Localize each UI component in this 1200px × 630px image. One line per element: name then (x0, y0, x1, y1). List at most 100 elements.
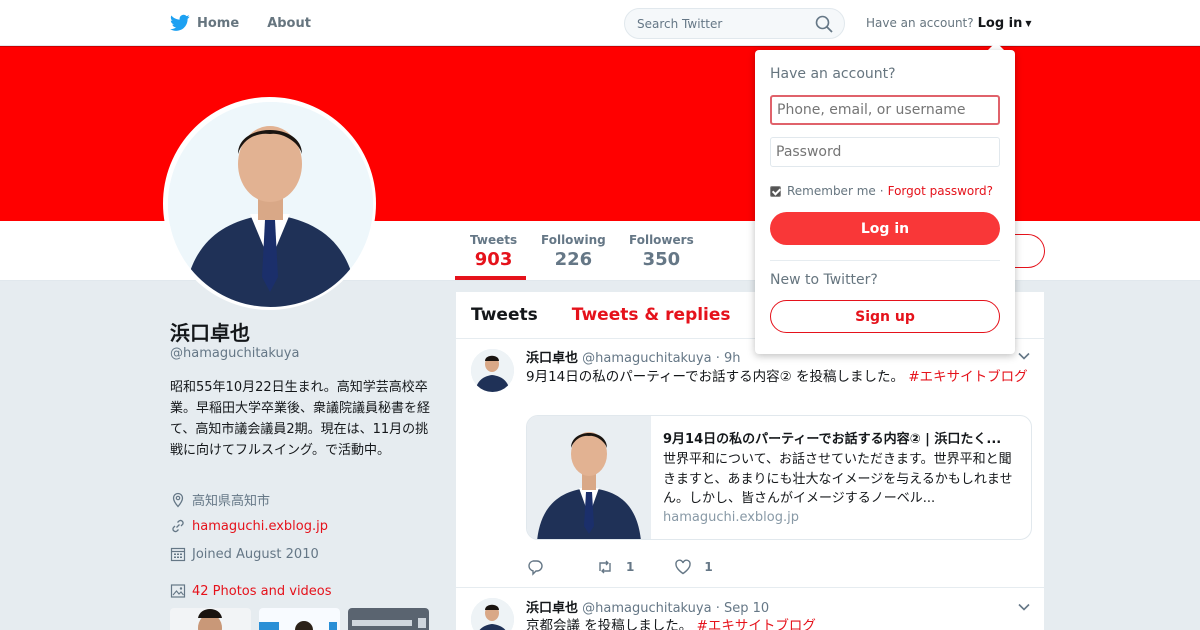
nav-home[interactable]: Home (170, 0, 239, 46)
card-description: 世界平和について、お話させていただきます。世界平和と聞きますと、あまりにも壮大な… (663, 452, 1013, 506)
reply-icon (528, 560, 543, 576)
login-dropdown: Have an account? Remember me · Forgot pa… (755, 50, 1015, 354)
tweet-header: 浜口卓也 @hamaguchitakuya · Sep 10 (526, 597, 769, 616)
top-nav-bar: Home About Search Twitter Have an accoun… (0, 0, 1200, 46)
tweet-author-name[interactable]: 浜口卓也 (526, 601, 578, 616)
dropdown-divider (770, 260, 1000, 261)
photo-icon (170, 584, 186, 598)
tweet-avatar[interactable] (471, 598, 514, 630)
photos-videos-link[interactable]: 42 Photos and videos (170, 583, 332, 599)
stat-followers[interactable]: Followers 350 (629, 233, 694, 270)
username-field[interactable] (770, 95, 1000, 125)
remember-me-checkbox[interactable] (770, 185, 781, 197)
link-icon (172, 519, 184, 533)
forgot-password-link[interactable]: Forgot password? (888, 184, 993, 198)
login-menu-toggle[interactable]: Have an account? Log in ▼ (866, 0, 1032, 46)
tweet-hashtag[interactable]: #エキサイトブログ (697, 618, 816, 630)
stat-tweets-value: 903 (474, 249, 513, 270)
login-button[interactable]: Log in (770, 212, 1000, 245)
card-image (527, 416, 651, 539)
dropdown-heading: Have an account? (770, 66, 896, 82)
tweet-author-handle[interactable]: @hamaguchitakuya (582, 351, 711, 366)
tab-tweets-replies[interactable]: Tweets & replies (572, 305, 731, 325)
tweet-hashtag[interactable]: #エキサイトブログ (908, 369, 1027, 385)
retweet-count: 1 (626, 560, 635, 574)
retweet-button[interactable]: 1 (596, 558, 634, 576)
tweet-time[interactable]: · 9h (716, 351, 741, 366)
nav-left: Home About (170, 0, 339, 46)
chevron-down-icon[interactable] (1017, 600, 1031, 614)
profile-handle[interactable]: @hamaguchitakuya (170, 346, 299, 361)
login-link[interactable]: Log in (978, 16, 1023, 31)
search-icon[interactable] (814, 14, 834, 34)
profile-website[interactable]: hamaguchi.exblog.jp (170, 518, 328, 534)
password-field[interactable] (770, 137, 1000, 167)
tweet-item[interactable]: 浜口卓也 @hamaguchitakuya · 9h 9月14日の私のパーティー… (456, 339, 1044, 588)
search-placeholder: Search Twitter (637, 16, 723, 31)
stat-tweets-label: Tweets (470, 233, 518, 247)
calendar-icon (170, 547, 186, 562)
active-stat-indicator (455, 276, 526, 280)
profile-avatar[interactable] (163, 97, 376, 310)
stat-following[interactable]: Following 226 (541, 233, 606, 270)
card-title: 9月14日の私のパーティーでお話する内容② | 浜口たく... (663, 432, 1002, 447)
thumbnail-document (352, 618, 426, 628)
tab-tweets[interactable]: Tweets (471, 305, 538, 325)
remember-me-row: Remember me · Forgot password? (770, 184, 993, 198)
tweet-item[interactable]: 浜口卓也 @hamaguchitakuya · Sep 10 京都会議 を投稿し… (456, 588, 1044, 630)
reply-button[interactable] (526, 558, 556, 576)
card-person (527, 416, 651, 539)
tweet-avatar-person (471, 598, 514, 630)
tweet-avatar-person (471, 349, 514, 392)
stat-followers-label: Followers (629, 233, 694, 247)
profile-location: 高知県高知市 (170, 490, 270, 509)
location-icon (172, 492, 184, 507)
nav-home-label: Home (197, 15, 240, 31)
tweet-body: 9月14日の私のパーティーでお話する内容② を投稿しました。 (526, 369, 905, 385)
profile-joined-text: Joined August 2010 (192, 546, 319, 562)
nav-about[interactable]: About (267, 0, 311, 46)
profile-bio: 昭和55年10月22日生まれ。高知学芸高校卒業。早稲田大学卒業後、衆議院議員秘書… (170, 380, 431, 458)
tweet-time[interactable]: · Sep 10 (716, 601, 769, 616)
photo-thumbnail[interactable] (348, 608, 429, 630)
twitter-bird-icon (170, 14, 190, 31)
nav-about-label: About (267, 15, 311, 31)
tweet-body: 京都会議 を投稿しました。 (526, 618, 693, 630)
photos-videos-label[interactable]: 42 Photos and videos (192, 584, 332, 599)
card-domain: hamaguchi.exblog.jp (663, 510, 799, 525)
tweet-header: 浜口卓也 @hamaguchitakuya · 9h (526, 347, 741, 366)
stat-following-label: Following (541, 233, 606, 247)
stat-followers-value: 350 (642, 249, 681, 270)
profile-joined: Joined August 2010 (170, 546, 319, 562)
profile-website-link[interactable]: hamaguchi.exblog.jp (192, 519, 328, 534)
tweet-author-handle[interactable]: @hamaguchitakuya (582, 601, 711, 616)
photo-thumbnail[interactable] (170, 608, 251, 630)
search-input[interactable]: Search Twitter (624, 8, 845, 39)
tweet-author-name[interactable]: 浜口卓也 (526, 351, 578, 366)
stat-following-value: 226 (554, 249, 593, 270)
remember-me-label[interactable]: Remember me (787, 184, 876, 198)
like-count: 1 (704, 560, 713, 574)
chevron-down-icon[interactable] (1017, 349, 1031, 363)
link-card[interactable]: 9月14日の私のパーティーでお話する内容② | 浜口たく... 世界平和について… (526, 415, 1032, 540)
tweet-actions: 1 1 (526, 558, 753, 576)
stat-tweets[interactable]: Tweets 903 (470, 233, 517, 270)
new-to-twitter-text: New to Twitter? (770, 272, 878, 288)
thumbnail-person (198, 609, 222, 630)
photo-thumbnail[interactable] (259, 608, 340, 630)
tweet-avatar[interactable] (471, 349, 514, 392)
person-illustration (168, 102, 373, 307)
signup-button[interactable]: Sign up (770, 300, 1000, 333)
profile-location-text: 高知県高知市 (192, 494, 271, 509)
tweet-text: 京都会議 を投稿しました。 #エキサイトブログ (526, 616, 1031, 630)
thumbnail-poster (259, 621, 337, 630)
caret-down-icon: ▼ (1025, 18, 1032, 28)
tweet-text: 9月14日の私のパーティーでお話する内容② を投稿しました。 #エキサイトブログ (526, 367, 1031, 387)
like-button[interactable]: 1 (674, 558, 713, 576)
retweet-icon (599, 560, 611, 574)
remember-separator: · (879, 184, 884, 198)
profile-name[interactable]: 浜口卓也 (170, 317, 250, 346)
avatar-photo (168, 102, 373, 307)
have-account-text: Have an account? (866, 16, 974, 30)
like-icon (675, 559, 692, 575)
